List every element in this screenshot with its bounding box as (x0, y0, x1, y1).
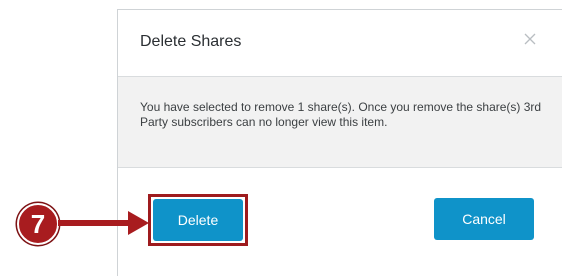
dialog-message: You have selected to remove 1 share(s). … (140, 100, 542, 129)
cancel-button[interactable]: Cancel (434, 198, 534, 240)
dialog-body: You have selected to remove 1 share(s). … (118, 77, 562, 168)
dialog-header: Delete Shares (118, 10, 562, 77)
delete-button[interactable]: Delete (153, 199, 243, 241)
arrow-right-icon (58, 211, 149, 235)
dialog-title: Delete Shares (140, 33, 242, 50)
step-number-badge: 7 (17, 203, 59, 245)
close-icon[interactable] (521, 30, 539, 48)
